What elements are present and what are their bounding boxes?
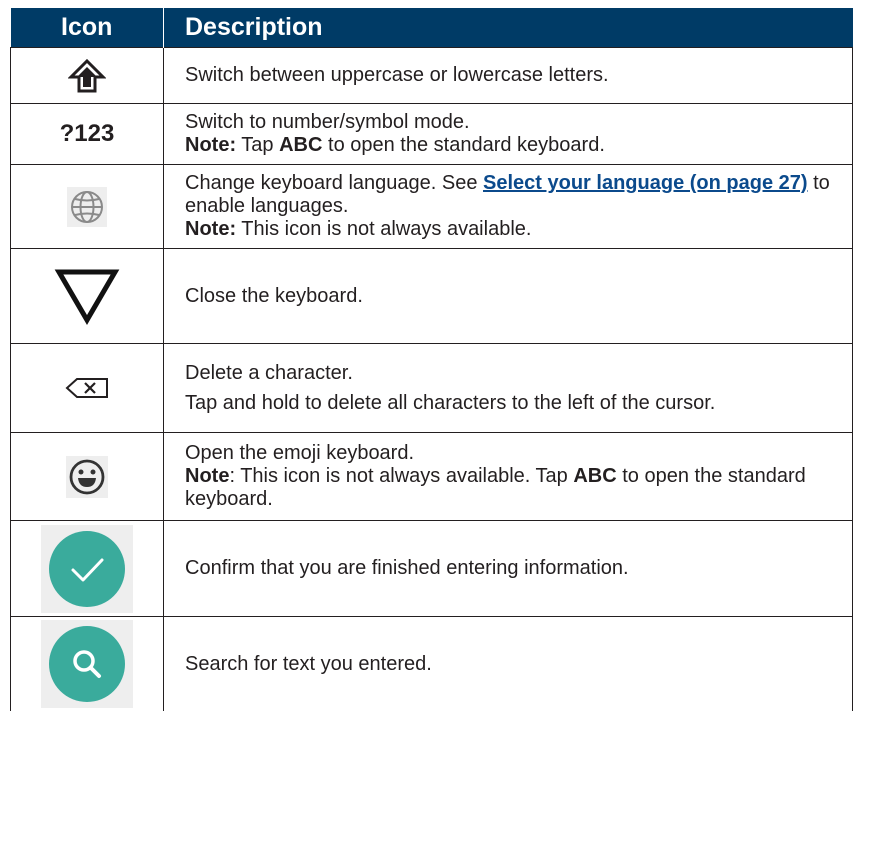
icon-cell [10, 616, 164, 711]
icon-cell [10, 47, 164, 104]
note-line: Note: This icon is not always available.… [185, 465, 852, 511]
header-icon: Icon [10, 8, 164, 48]
icon-cell [10, 520, 164, 617]
note-bold: ABC [573, 465, 617, 487]
table-row: Change keyboard language. See Select you… [10, 164, 853, 249]
table-row: Search for text you entered. [10, 616, 853, 711]
select-language-link[interactable]: Select your language (on page 27) [483, 172, 808, 194]
description-cell: Close the keyboard. [163, 248, 853, 344]
note-label: Note [185, 465, 230, 487]
document-page: Icon Description Switch between uppercas… [0, 0, 888, 849]
description-cell: Change keyboard language. See Select you… [163, 164, 853, 249]
table-row: Open the emoji keyboard. Note: This icon… [10, 432, 853, 521]
description-text: Delete a character. [185, 361, 353, 384]
description-text: Search for text you entered. [185, 652, 432, 675]
number-symbol-key-label: ?123 [59, 119, 115, 147]
table-header-row: Icon Description [10, 8, 853, 48]
search-icon [41, 620, 133, 708]
header-description: Description [163, 8, 853, 48]
icon-cell [10, 343, 164, 433]
description-cell: Confirm that you are finished entering i… [163, 520, 853, 617]
description-text: Confirm that you are finished entering i… [185, 557, 629, 579]
description-text: Change keyboard language. See Select you… [185, 172, 852, 218]
description-cell: Delete a character. Tap and hold to dele… [163, 343, 853, 433]
table-row: Confirm that you are finished entering i… [10, 520, 853, 617]
table-row: ?123 Switch to number/symbol mode. Note:… [10, 103, 853, 165]
note-label: Note: [185, 218, 237, 240]
description-cell: Search for text you entered. [163, 616, 853, 711]
table-row: Close the keyboard. [10, 248, 853, 344]
backspace-icon [65, 377, 109, 399]
down-triangle-icon [54, 267, 120, 325]
note-line: Note: This icon is not always available. [185, 218, 852, 241]
note-bold: ABC [279, 134, 323, 156]
description-cell: Open the emoji keyboard. Note: This icon… [163, 432, 853, 521]
description-text: Switch to number/symbol mode. [185, 111, 470, 133]
note-text-pre: Tap [236, 134, 280, 156]
icon-cell [10, 432, 164, 521]
emoji-face-icon [66, 455, 108, 498]
icon-cell: ?123 [10, 103, 164, 165]
table-row: Delete a character. Tap and hold to dele… [10, 343, 853, 433]
description-cell: Switch to number/symbol mode. Note: Tap … [163, 103, 853, 165]
note-text: This icon is not always available. [236, 218, 532, 240]
globe-icon [67, 186, 107, 227]
description-text: Close the keyboard. [185, 284, 363, 307]
note-line: Note: Tap ABC to open the standard keybo… [185, 134, 852, 157]
description-text-secondary: Tap and hold to delete all characters to… [185, 391, 716, 414]
keyboard-icons-table: Icon Description Switch between uppercas… [10, 8, 853, 711]
icon-cell [10, 164, 164, 249]
note-text-post: to open the standard keyboard. [322, 134, 605, 156]
icon-cell [10, 248, 164, 344]
description-cell: Switch between uppercase or lowercase le… [163, 47, 853, 104]
table-row: Switch between uppercase or lowercase le… [10, 47, 853, 104]
shift-arrow-icon [68, 58, 106, 94]
description-text: Open the emoji keyboard. [185, 442, 415, 464]
note-text-pre: : This icon is not always available. Tap [229, 465, 574, 487]
checkmark-icon [41, 524, 133, 613]
description-text: Switch between uppercase or lowercase le… [185, 64, 609, 86]
description-text-pre: Change keyboard language. See [185, 172, 484, 194]
note-label: Note: [185, 134, 237, 156]
